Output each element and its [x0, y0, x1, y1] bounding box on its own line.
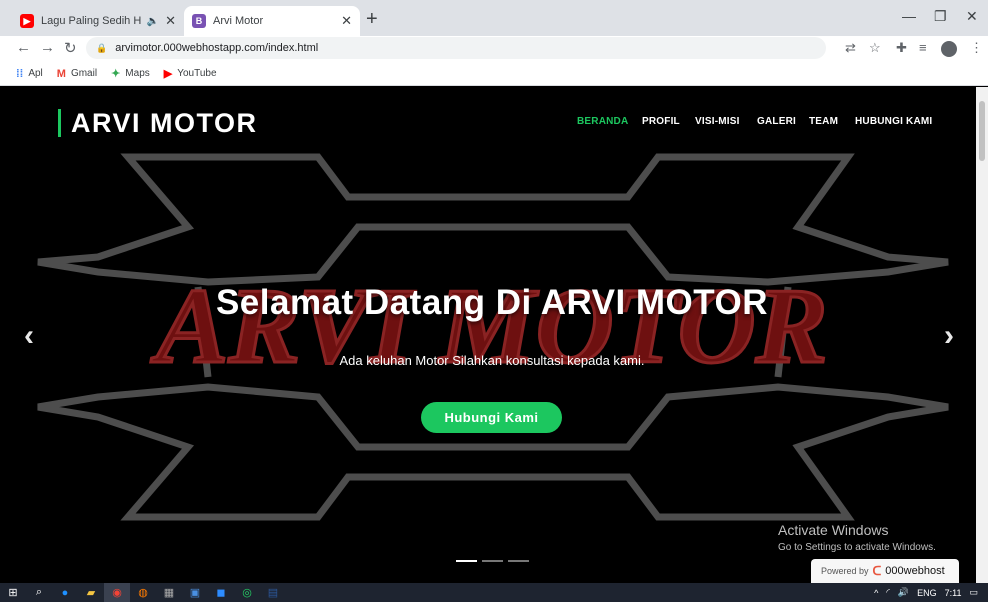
language-indicator[interactable]: ENG [917, 588, 937, 598]
browser-toolbar: ← → ↻ 🔒 arvimotor.000webhostapp.com/inde… [0, 36, 988, 62]
windows-start-icon[interactable]: ⊞ [0, 583, 26, 602]
zoom-icon[interactable]: ◼ [208, 583, 234, 602]
powered-brand: 000webhost [885, 565, 945, 577]
nav-galeri[interactable]: GALERI [757, 116, 796, 127]
new-tab-button[interactable]: + [366, 8, 378, 31]
bookmarks-bar: ⁞⁞ Apl M Gmail ✦ Maps ▶ YouTube [0, 62, 988, 86]
bookmark-label: YouTube [177, 68, 217, 79]
system-tray: ^ ◜ 🔊 ENG 7:11 ▭ [866, 583, 978, 602]
maps-icon: ✦ [111, 68, 121, 80]
notification-icon[interactable]: ▭ [969, 587, 978, 598]
photoshop-icon[interactable]: ▣ [182, 583, 208, 602]
speaker-icon[interactable]: 🔈 [147, 16, 159, 27]
hero-subtitle: Ada keluhan Motor Silahkan konsultasi ke… [339, 353, 645, 368]
bootstrap-icon: B [192, 14, 206, 28]
clock[interactable]: 7:11 [945, 588, 962, 598]
bookmark-label: Gmail [70, 68, 98, 79]
tab-title: Arvi Motor [213, 15, 264, 27]
bookmark-gmail[interactable]: M Gmail [57, 68, 97, 80]
word-icon[interactable]: ▤ [260, 583, 286, 602]
youtube-icon: ▶ [163, 68, 173, 80]
edge-icon[interactable]: ● [52, 583, 78, 602]
activate-subtitle: Go to Settings to activate Windows. [778, 542, 936, 553]
translate-icon[interactable]: ⇄ [845, 40, 856, 56]
nav-beranda[interactable]: BERANDA [577, 116, 628, 127]
whatsapp-icon[interactable]: ◎ [234, 583, 260, 602]
powered-prefix: Powered by [821, 566, 869, 576]
restore-icon[interactable]: ❐ [934, 8, 947, 25]
bookmark-youtube[interactable]: ▶ YouTube [164, 67, 217, 80]
app-icon[interactable]: ▦ [156, 583, 182, 602]
reload-icon[interactable]: ↻ [64, 39, 77, 57]
nav-team[interactable]: TEAM [809, 116, 838, 127]
file-explorer-icon[interactable]: ▰ [78, 583, 104, 602]
carousel-indicator[interactable] [456, 560, 477, 562]
minimize-icon[interactable]: — [902, 8, 916, 24]
carousel-prev-icon[interactable]: ‹ [24, 319, 34, 353]
site-brand[interactable]: ARVI MOTOR [58, 109, 258, 137]
contact-cta-button[interactable]: Hubungi Kami [421, 402, 562, 433]
hero-background-logo: ARVI MOTOR [37, 153, 949, 521]
tab-title: Lagu Paling Sedih HAPPY AS [41, 15, 141, 27]
carousel-indicator[interactable] [508, 560, 529, 562]
nav-profil[interactable]: PROFIL [642, 116, 680, 127]
nav-hubungi-kami[interactable]: HUBUNGI KAMI [855, 116, 932, 127]
activate-title: Activate Windows [778, 522, 889, 538]
firefox-icon[interactable]: ◍ [130, 583, 156, 602]
bookmark-label: Maps [125, 68, 150, 79]
chrome-icon[interactable]: ◉ [104, 583, 130, 602]
bookmark-star-icon[interactable]: ☆ [869, 40, 881, 56]
address-bar[interactable]: 🔒 arvimotor.000webhostapp.com/index.html [86, 37, 826, 59]
page-scrollbar[interactable] [976, 87, 988, 583]
menu-kebab-icon[interactable]: ⋮ [970, 40, 983, 56]
reading-list-icon[interactable]: ≡ [919, 40, 927, 55]
windows-taskbar: ⊞ ⌕ ● ▰ ◉ ◍ ▦ ▣ ◼ ◎ ▤ ^ ◜ 🔊 ENG 7:11 ▭ [0, 583, 988, 602]
extensions-icon[interactable]: ✚ [896, 40, 907, 56]
avatar[interactable] [941, 41, 957, 57]
close-window-icon[interactable]: ✕ [966, 8, 978, 25]
url-text: arvimotor.000webhostapp.com/index.html [115, 42, 319, 54]
page-viewport: ARVI MOTOR ARVI MOTOR BERANDA PROFIL VIS… [8, 87, 976, 583]
back-icon[interactable]: ← [16, 39, 31, 56]
carousel-indicator[interactable] [482, 560, 503, 562]
bookmark-maps[interactable]: ✦ Maps [111, 67, 150, 80]
gmail-icon: M [56, 67, 66, 80]
nav-visi-misi[interactable]: VISI-MISI [695, 116, 740, 127]
bookmark-apps[interactable]: ⁞⁞ Apl [16, 68, 43, 80]
close-tab-icon[interactable]: ✕ [165, 13, 176, 29]
search-icon[interactable]: ⌕ [26, 583, 52, 602]
close-tab-icon[interactable]: ✕ [341, 13, 352, 29]
webhost-logo-icon: ᑕ [872, 564, 882, 578]
bookmark-label: Apl [28, 68, 43, 79]
browser-tab-bar: ▶ Lagu Paling Sedih HAPPY AS 🔈 ✕ B Arvi … [0, 0, 988, 36]
tab-youtube[interactable]: ▶ Lagu Paling Sedih HAPPY AS 🔈 ✕ [12, 6, 184, 36]
activate-windows-watermark: Activate Windows Go to Settings to activ… [778, 522, 936, 553]
youtube-icon: ▶ [20, 14, 34, 28]
hero-title: Selamat Datang Di ARVI MOTOR [215, 283, 769, 322]
forward-icon[interactable]: → [40, 39, 55, 56]
tab-arvi-motor[interactable]: B Arvi Motor ✕ [184, 6, 360, 36]
network-icon[interactable]: ◜ [886, 587, 890, 598]
carousel-next-icon[interactable]: › [944, 319, 954, 353]
volume-icon[interactable]: 🔊 [898, 587, 909, 598]
scrollbar-thumb[interactable] [979, 101, 985, 161]
apps-grid-icon: ⁞⁞ [16, 67, 24, 80]
chevron-up-icon[interactable]: ^ [874, 588, 878, 598]
powered-by-badge[interactable]: Powered by ᑕ 000webhost [811, 559, 959, 583]
lock-icon: 🔒 [96, 42, 108, 53]
